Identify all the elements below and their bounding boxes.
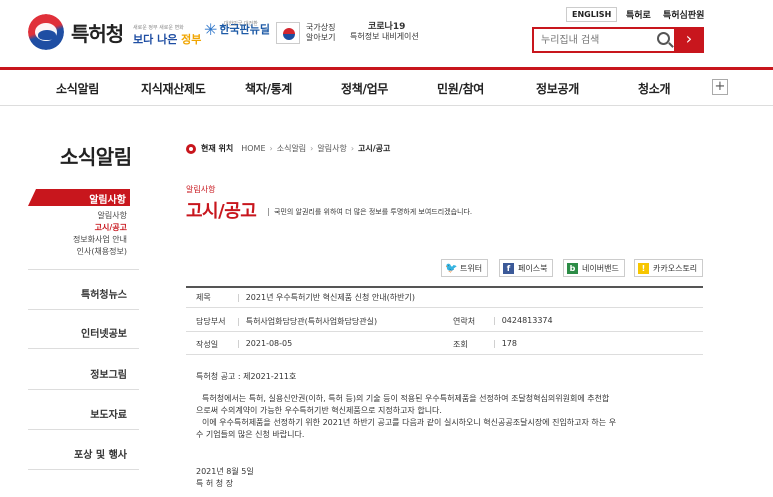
body-para1-line2: 으로써 수의계약이 가능한 우수특허기반 혁신제품으로 지정하고자 합니다. xyxy=(196,406,442,415)
nav-policy[interactable]: 정책/업무 xyxy=(341,80,388,97)
sidebar-sub-recruitment[interactable]: 인사(채용정보) xyxy=(77,246,127,257)
share-twitter-button[interactable]: 🐦 트위터 xyxy=(441,259,489,277)
contact-value: 0424813374 xyxy=(493,316,553,325)
site-header: 특허청 새로운 정부 새로운 변화 보다 나은 정부 대한민국 대전환 ✳ 한국… xyxy=(0,0,773,68)
banner-covid-patent-nav[interactable]: 코로나19 특허정보 내비게이션 xyxy=(350,22,419,42)
sidebar-item-press-releases[interactable]: 보도자료 xyxy=(90,406,127,421)
share-naver-band-button[interactable]: b 네이버밴드 xyxy=(563,259,625,277)
main-nav: 소식알림 지식재산제도 책자/통계 정책/업무 민원/참여 정보공개 청소개 + xyxy=(0,70,773,106)
body-para2-line2: 수 기업들의 많은 신청 바랍니다. xyxy=(196,430,305,439)
naver-band-icon: b xyxy=(567,262,578,274)
notice-number: 특허청 공고 : 제2021-211호 xyxy=(196,372,297,381)
nav-civil-participation[interactable]: 민원/참여 xyxy=(437,80,484,97)
breadcrumb: 현재 위치 HOME › 소식알림 › 알림사항 › 고시/공고 xyxy=(186,143,390,154)
search-input[interactable] xyxy=(534,29,649,51)
share-facebook-button[interactable]: f 페이스북 xyxy=(499,259,554,277)
banner-better-government[interactable]: 새로운 정부 새로운 변화 보다 나은 정부 xyxy=(133,22,201,47)
search-icon[interactable] xyxy=(657,32,670,45)
taegukgi-flag-icon xyxy=(276,22,300,44)
nav-info-disclosure[interactable]: 정보공개 xyxy=(536,80,579,97)
english-link[interactable]: ENGLISH xyxy=(566,7,618,22)
location-pin-icon xyxy=(186,143,196,154)
views-label: 조회 xyxy=(453,340,468,349)
sign-name: 특 허 청 장 xyxy=(196,479,234,488)
date-value: 2021-08-05 xyxy=(237,339,293,348)
search-box: › xyxy=(532,27,704,53)
share-kakaostory-button[interactable]: ! 카카오스토리 xyxy=(634,259,704,277)
sidebar-sub-notices[interactable]: 알림사항 xyxy=(98,210,127,221)
breadcrumb-notices[interactable]: 알림사항 xyxy=(317,143,346,154)
sidebar-item-awards-events[interactable]: 포상 및 행사 xyxy=(74,446,127,461)
kakaostory-icon: ! xyxy=(638,262,649,274)
date-label: 작성일 xyxy=(196,340,219,349)
facebook-icon: f xyxy=(503,262,514,274)
banner-national-symbol[interactable]: 국가상징 알아보기 xyxy=(276,22,335,44)
twitter-icon: 🐦 xyxy=(445,262,458,274)
page-description: 국민의 알권리를 위하여 더 많은 정보를 투명하게 보여드리겠습니다. xyxy=(268,207,472,217)
views-value: 178 xyxy=(493,339,517,348)
body-para2-line1: 이에 우수특허제품을 선정하기 위한 2021년 하반기 공고를 다음과 같이 … xyxy=(202,418,617,427)
sidebar-title: 소식알림 xyxy=(60,145,132,169)
page-category: 알림사항 xyxy=(186,185,216,194)
breadcrumb-home[interactable]: HOME xyxy=(241,144,265,153)
page-root: 특허청 새로운 정부 새로운 변화 보다 나은 정부 대한민국 대전환 ✳ 한국… xyxy=(0,0,773,497)
banner-new-deal[interactable]: 대한민국 대전환 ✳ 한국판뉴딜 xyxy=(204,20,270,39)
sparkle-icon: ✳ xyxy=(204,20,218,39)
ip-tribunal-link[interactable]: 특허심판원 xyxy=(663,8,704,21)
taegeuk-logo-icon xyxy=(28,14,64,50)
sidebar-sub-announcements[interactable]: 고시/공고 xyxy=(95,222,127,233)
page-title: 고시/공고 xyxy=(186,201,257,222)
contact-label: 연락처 xyxy=(453,317,476,326)
logo-text: 특허청 xyxy=(71,21,124,46)
subject-label: 제목 xyxy=(196,293,211,302)
sidebar-item-kipo-news[interactable]: 특허청뉴스 xyxy=(81,286,127,301)
sidebar-item-internet-gazette[interactable]: 인터넷공보 xyxy=(81,325,127,340)
breadcrumb-news[interactable]: 소식알림 xyxy=(277,143,306,154)
sidebar-item-infographics[interactable]: 정보그림 xyxy=(90,366,127,381)
breadcrumb-current: 고시/공고 xyxy=(358,144,391,153)
dept-value: 특허사업화담당관(특허사업화담당관실) xyxy=(237,316,377,327)
sidebar-sub-it-projects[interactable]: 정보화사업 안내 xyxy=(73,234,127,245)
sidebar-item-notices[interactable]: 알림사항 xyxy=(28,189,130,206)
nav-news[interactable]: 소식알림 xyxy=(56,80,99,97)
subject-value: 2021년 우수특허기반 혁신제품 신청 안내(하반기) xyxy=(237,292,415,303)
body-para1-line1: 특허청에서는 특허, 실용신안권(이하, 특허 등)의 기술 등이 적용된 우수… xyxy=(202,394,610,403)
nav-publications-stats[interactable]: 책자/통계 xyxy=(245,80,292,97)
sign-date: 2021년 8월 5일 xyxy=(196,467,254,476)
site-logo[interactable]: 특허청 xyxy=(28,14,124,50)
nav-expand-button[interactable]: + xyxy=(712,79,728,95)
patent-ro-link[interactable]: 특허로 xyxy=(626,8,651,21)
nav-ip-system[interactable]: 지식재산제도 xyxy=(141,80,206,97)
search-submit-button[interactable]: › xyxy=(674,27,704,53)
nav-about[interactable]: 청소개 xyxy=(638,80,671,97)
dept-label: 담당부서 xyxy=(196,317,226,326)
